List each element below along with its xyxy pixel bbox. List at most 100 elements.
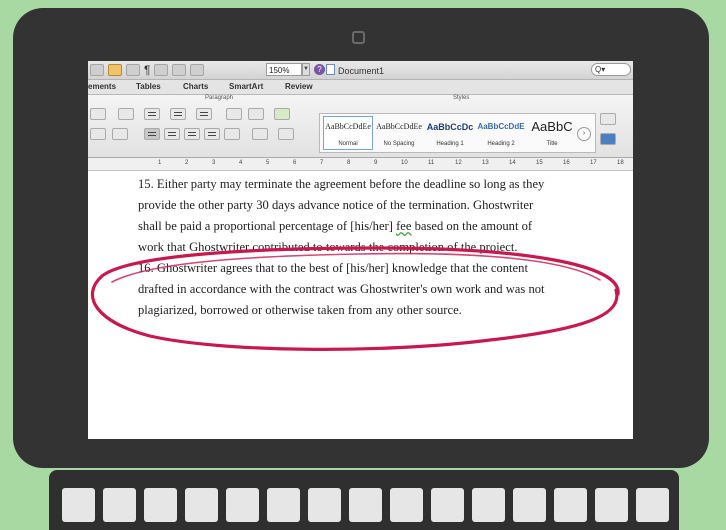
bullets-icon[interactable] [144,108,160,120]
style-name: Title [546,141,558,147]
tab-smartart[interactable]: SmartArt [229,82,263,91]
styles-gallery: AaBbCcDdEe Normal AaBbCcDdEe No Spacing … [319,113,596,153]
paragraph-group-label: Paragraph [205,95,234,101]
document-icon [326,64,335,75]
keyboard-key [472,488,505,522]
ruler[interactable]: 1 2 3 4 5 6 7 8 9 10 11 12 13 14 15 16 17 18 [88,158,633,171]
keyboard-key [431,488,464,522]
tab-tables[interactable]: Tables [136,82,161,91]
keyboard-key [103,488,136,522]
sidebar-icon[interactable] [172,64,187,76]
keyboard-key [636,488,669,522]
ruler-number: 9 [374,160,378,166]
ruler-number: 15 [536,160,543,166]
styles-next-icon[interactable]: › [577,127,591,141]
ruler-number: 5 [266,160,270,166]
ruler-number: 4 [239,160,243,166]
ruler-number: 13 [482,160,489,166]
clear-format-icon[interactable] [118,108,134,120]
document-page[interactable]: 15. Either party may terminate the agree… [88,171,633,439]
keyboard-key [185,488,218,522]
shading-icon[interactable] [278,128,294,140]
redo-icon[interactable] [126,64,140,76]
undo-icon[interactable] [108,64,122,76]
style-normal[interactable]: AaBbCcDdEe Normal [323,116,373,150]
keyboard-key [144,488,177,522]
line-spacing-icon[interactable] [224,128,240,140]
paragraph-15: 15. Either party may terminate the agree… [138,174,578,258]
keyboard-key [62,488,95,522]
font-color-icon[interactable] [90,128,106,140]
numbering-icon[interactable] [170,108,186,120]
columns-icon[interactable] [274,108,290,120]
align-right-button[interactable] [184,128,200,140]
ruler-number: 11 [428,160,435,166]
text-span: based on the amount of [411,219,533,233]
keyboard [49,470,679,530]
increase-indent-icon[interactable] [248,108,264,120]
keyboard-key [554,488,587,522]
camera-icon [352,31,365,44]
chevron-down-icon[interactable]: ▼ [302,63,310,76]
show-formatting-button[interactable]: ¶ [144,62,150,78]
ruler-number: 6 [293,160,297,166]
style-sample: AaBbCcDdEe [376,122,422,131]
style-name: Normal [338,141,358,147]
text-line: provide the other party 30 days advance … [138,198,534,212]
align-left-button[interactable] [144,128,160,140]
help-icon[interactable]: ? [314,64,325,75]
decrease-indent-icon[interactable] [226,108,242,120]
theme-icon[interactable] [600,133,616,145]
style-sample: AaBbC [531,119,573,134]
keyboard-key [390,488,423,522]
justify-button[interactable] [204,128,220,140]
style-name: No Spacing [383,141,415,147]
spelling-flagged-word: fee [396,219,412,233]
tab-document-elements[interactable]: ements [88,82,116,91]
ruler-number: 14 [509,160,516,166]
quick-toolbar: ¶ [90,62,205,78]
text-line: work that Ghostwriter contributed to tow… [138,240,518,254]
search-input[interactable]: Q▾ [591,63,631,76]
keyboard-key [267,488,300,522]
text-line: 16. Ghostwriter agrees that to the best … [138,261,528,275]
tab-charts[interactable]: Charts [183,82,208,91]
style-heading-2[interactable]: AaBbCcDdE Heading 2 [476,116,526,150]
text-line: shall be paid a proportional percentage … [138,216,578,237]
style-heading-1[interactable]: AaBbCcDc Heading 1 [425,116,475,150]
keyboard-key [226,488,259,522]
multilevel-list-icon[interactable] [196,108,212,120]
ruler-number: 16 [563,160,570,166]
ruler-number: 10 [401,160,408,166]
keyboard-key [308,488,341,522]
borders-icon[interactable] [252,128,268,140]
ruler-number: 1 [158,160,162,166]
text-line: drafted in accordance with the contract … [138,282,545,296]
style-name: Heading 2 [487,141,515,147]
style-sample: AaBbCcDc [426,122,474,132]
text-line: 15. Either party may terminate the agree… [138,177,545,191]
style-no-spacing[interactable]: AaBbCcDdEe No Spacing [374,116,424,150]
view-icon[interactable] [154,64,169,76]
styles-pane-icon[interactable] [600,113,616,125]
title-bar: ¶ 150% ▼ ? Document1 Q▾ [88,61,633,80]
keyboard-key [349,488,382,522]
ruler-number: 2 [185,160,189,166]
keyboard-key [595,488,628,522]
gallery-icon[interactable] [190,64,205,76]
style-sample: AaBbCcDdEe [325,122,371,131]
style-title[interactable]: AaBbC Title [527,116,577,150]
ruler-number: 17 [590,160,597,166]
tab-review[interactable]: Review [285,82,313,91]
ruler-number: 18 [617,160,624,166]
text-effects-icon[interactable] [112,128,128,140]
font-size-icon[interactable] [90,108,106,120]
zoom-select[interactable]: 150% [266,63,302,76]
save-icon[interactable] [90,64,104,76]
styles-group-label: Styles [453,95,470,101]
text-span: shall be paid a proportional percentage … [138,219,397,233]
align-center-button[interactable] [164,128,180,140]
style-sample: AaBbCcDdE [477,122,525,131]
window-title-text: Document1 [338,66,385,76]
keyboard-key [513,488,546,522]
